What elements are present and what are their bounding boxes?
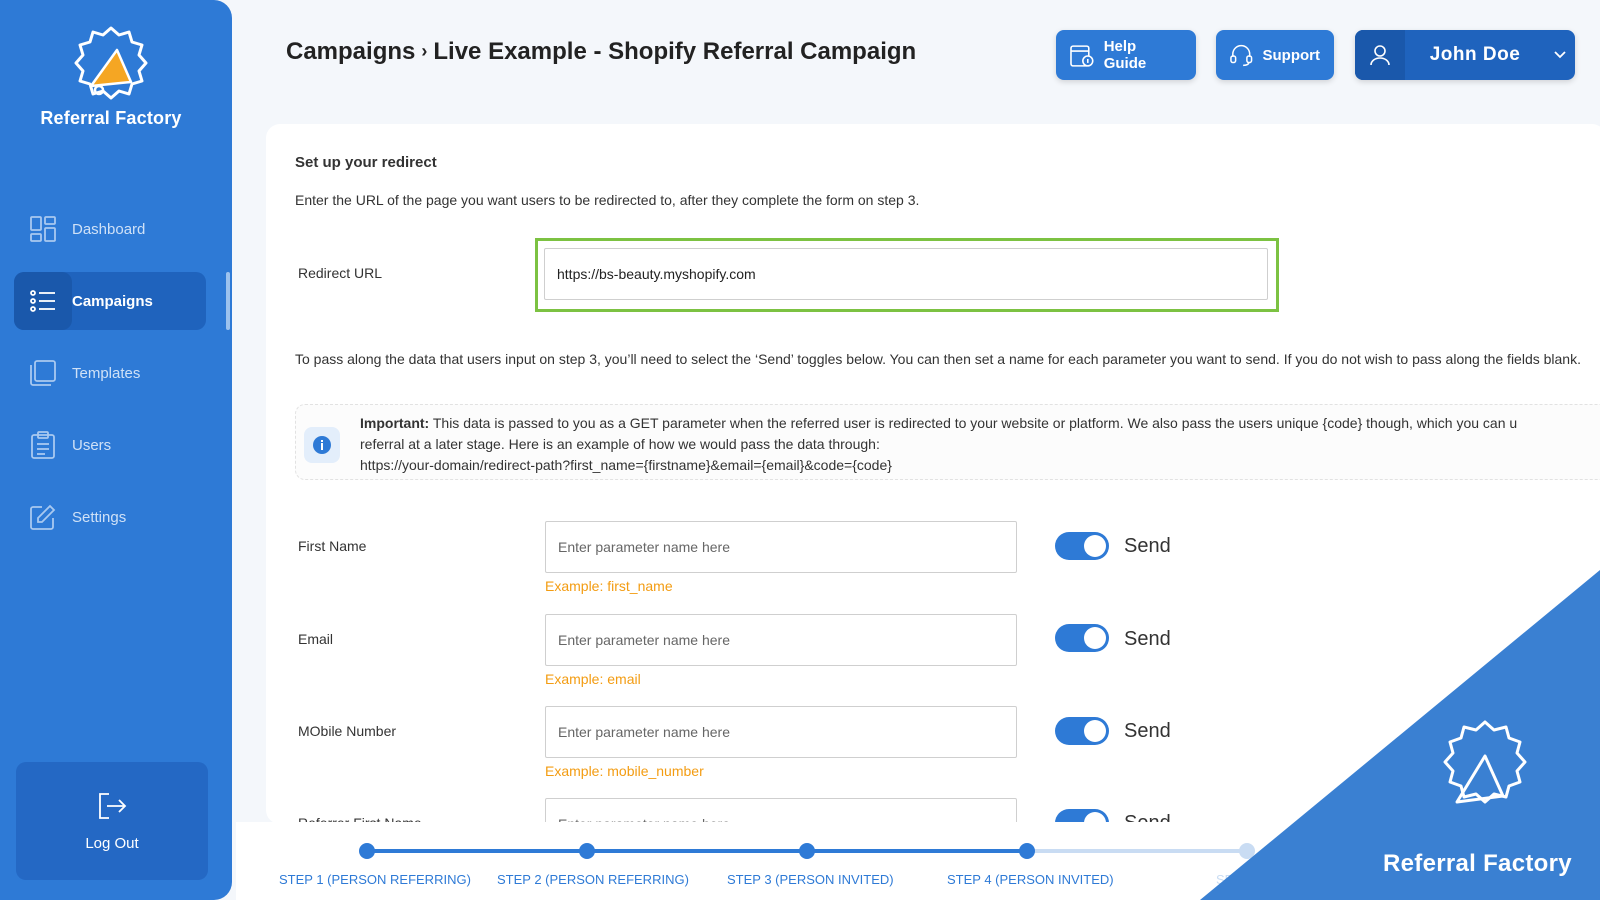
param-input-email[interactable]: Enter parameter name here bbox=[545, 614, 1017, 666]
help-guide-button[interactable]: Help Guide bbox=[1056, 30, 1196, 80]
breadcrumb: Campaigns › Live Example - Shopify Referra… bbox=[286, 38, 916, 66]
important-notice: Important: This data is passed to you as… bbox=[295, 404, 1600, 480]
sidebar-item-label: Campaigns bbox=[72, 292, 153, 310]
sidebar-item-templates[interactable]: Templates bbox=[14, 344, 206, 402]
sidebar-scrollbar[interactable] bbox=[226, 272, 230, 330]
user-name: John Doe bbox=[1429, 44, 1521, 65]
param-example: Example: mobile_number bbox=[545, 763, 704, 779]
step-label[interactable]: STEP 3 (PERSON INVITED) bbox=[727, 872, 894, 887]
breadcrumb-current: Live Example - Shopify Referral Campaign bbox=[433, 38, 917, 65]
headset-icon bbox=[1230, 44, 1253, 67]
step-label[interactable]: STEP 2 (PERSON REFERRING) bbox=[497, 872, 689, 887]
step-label[interactable]: STEP 4 (PERSON INVITED) bbox=[947, 872, 1114, 887]
chevron-down-icon bbox=[1545, 51, 1575, 59]
send-toggle[interactable] bbox=[1055, 717, 1109, 745]
clipboard-icon bbox=[14, 416, 72, 474]
param-example: Example: first_name bbox=[545, 578, 673, 594]
user-avatar-icon bbox=[1355, 30, 1405, 80]
megaphone-logo-icon bbox=[74, 26, 148, 100]
param-example: Example: email bbox=[545, 671, 641, 687]
help-guide-label: Help Guide bbox=[1103, 38, 1147, 72]
logout-button[interactable]: Log Out bbox=[16, 762, 208, 880]
sidebar-item-users[interactable]: Users bbox=[14, 416, 206, 474]
sidebar-item-dashboard[interactable]: Dashboard bbox=[14, 200, 206, 258]
send-label: Send bbox=[1124, 720, 1171, 742]
step-label[interactable]: STEP 1 (PERSON REFERRING) bbox=[279, 872, 471, 887]
breadcrumb-root[interactable]: Campaigns bbox=[286, 38, 415, 65]
notice-line-2: referral at a later stage. Here is an ex… bbox=[360, 436, 880, 452]
sidebar-item-label: Settings bbox=[72, 508, 127, 526]
section-title: Set up your redirect bbox=[295, 154, 437, 171]
send-label: Send bbox=[1124, 628, 1171, 650]
pass-data-instructions: To pass along the data that users input … bbox=[295, 351, 1581, 367]
help-guide-icon bbox=[1070, 45, 1094, 67]
notice-line-3: https://your-domain/redirect-path?first_… bbox=[360, 457, 892, 473]
logout-icon bbox=[99, 793, 127, 819]
support-label: Support bbox=[1262, 46, 1321, 64]
step-dot[interactable] bbox=[799, 843, 815, 859]
param-label-first-name: First Name bbox=[298, 538, 367, 554]
templates-icon bbox=[14, 344, 72, 402]
param-label-mobile-number: MObile Number bbox=[298, 723, 397, 739]
step-dot[interactable] bbox=[359, 843, 375, 859]
sidebar-item-settings[interactable]: Settings bbox=[14, 488, 206, 546]
brand-name: Referral Factory bbox=[40, 108, 182, 128]
dashboard-icon bbox=[14, 200, 72, 258]
param-label-email: Email bbox=[298, 631, 334, 647]
breadcrumb-separator: › bbox=[421, 41, 428, 61]
user-menu-button[interactable]: John Doe bbox=[1355, 30, 1575, 80]
edit-icon bbox=[14, 488, 72, 546]
sidebar: Referral Factory Dashboard Campaigns Tem… bbox=[0, 0, 232, 900]
sidebar-item-label: Templates bbox=[72, 364, 141, 382]
logout-label: Log Out bbox=[85, 835, 139, 852]
redirect-url-label: Redirect URL bbox=[298, 265, 383, 281]
logo[interactable]: Referral Factory bbox=[0, 24, 222, 129]
support-button[interactable]: Support bbox=[1216, 30, 1334, 80]
notice-bold: Important: bbox=[360, 415, 430, 431]
section-description: Enter the URL of the page you want users… bbox=[295, 192, 920, 208]
param-input-first-name[interactable]: Enter parameter name here bbox=[545, 521, 1017, 573]
list-icon bbox=[14, 272, 72, 330]
watermark-brand: Referral Factory bbox=[1383, 850, 1572, 877]
sidebar-item-label: Dashboard bbox=[72, 220, 146, 238]
redirect-url-input[interactable]: https://bs-beauty.myshopify.com bbox=[544, 248, 1268, 300]
notice-line-1: This data is passed to you as a GET para… bbox=[429, 415, 1518, 431]
param-input-mobile-number[interactable]: Enter parameter name here bbox=[545, 706, 1017, 758]
send-toggle[interactable] bbox=[1055, 532, 1109, 560]
step-dot[interactable] bbox=[579, 843, 595, 859]
step-dot[interactable] bbox=[1019, 843, 1035, 859]
sidebar-item-campaigns[interactable]: Campaigns bbox=[14, 272, 206, 330]
info-icon bbox=[304, 427, 340, 463]
send-label: Send bbox=[1124, 535, 1171, 557]
send-toggle[interactable] bbox=[1055, 624, 1109, 652]
notice-text: Important: This data is passed to you as… bbox=[360, 413, 1600, 476]
sidebar-item-label: Users bbox=[72, 436, 112, 454]
